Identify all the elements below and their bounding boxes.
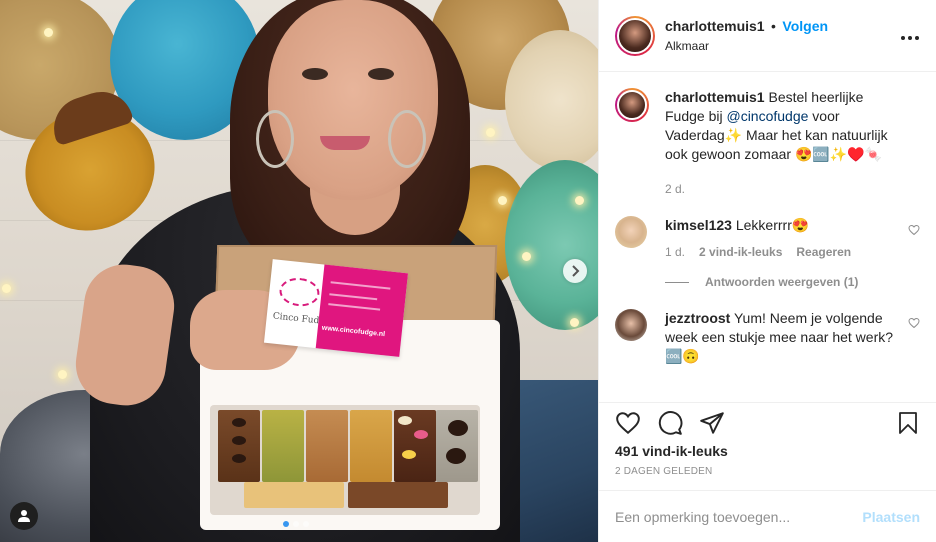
comment-username[interactable]: jezztroost xyxy=(665,310,730,326)
comment-input[interactable] xyxy=(615,508,863,525)
fairy-light xyxy=(44,28,53,37)
fudge-piece xyxy=(244,482,344,508)
fudge-topping xyxy=(232,454,246,463)
like-comment-heart-icon[interactable] xyxy=(908,317,920,329)
carousel-dot xyxy=(303,521,309,527)
more-options-button[interactable] xyxy=(900,25,920,46)
comments-list: charlottemuis1 Bestel heerlijke Fudge bi… xyxy=(599,72,936,402)
avatar[interactable] xyxy=(615,15,655,56)
fairy-light xyxy=(522,252,531,261)
comment-likes[interactable]: 2 vind-ik-leuks xyxy=(699,245,782,259)
fairy-light xyxy=(486,128,495,137)
comment-text: Lekkerrrr😍 xyxy=(731,217,810,233)
comment-age: 1 d. xyxy=(665,245,686,259)
fudge-piece xyxy=(350,410,392,482)
post-date[interactable]: 2 DAGEN GELEDEN xyxy=(615,466,920,477)
fairy-light xyxy=(498,196,507,205)
divider xyxy=(665,281,689,283)
separator: • xyxy=(771,18,776,34)
fairy-light xyxy=(2,284,11,293)
fudge-piece xyxy=(218,410,260,482)
follow-button[interactable]: Volgen xyxy=(782,18,828,34)
avatar[interactable] xyxy=(615,216,647,248)
post-actions: 491 vind-ik-leuks 2 DAGEN GELEDEN xyxy=(599,402,936,477)
post-header: charlottemuis1 • Volgen Alkmaar xyxy=(599,0,936,72)
fudge-topping xyxy=(232,436,246,445)
fudge-piece xyxy=(262,410,304,482)
fudge-piece xyxy=(394,410,436,482)
chevron-right-icon xyxy=(572,265,580,277)
author-username[interactable]: charlottemuis1 xyxy=(665,18,765,34)
comment-row: jezztroost Yum! Neem je volgende week ee… xyxy=(615,309,920,366)
caption-row: charlottemuis1 Bestel heerlijke Fudge bi… xyxy=(615,88,920,196)
caption-age: 2 d. xyxy=(665,182,686,196)
fudge-topping xyxy=(446,448,466,464)
mandala-logo-icon xyxy=(278,276,321,309)
mention-link[interactable]: @cincofudge xyxy=(726,108,808,124)
reply-button[interactable]: Reageren xyxy=(796,245,851,259)
add-comment-bar: Plaatsen xyxy=(599,490,936,542)
card-pink-panel xyxy=(315,264,409,357)
tagged-users-button[interactable] xyxy=(10,502,38,530)
eye xyxy=(368,68,394,80)
avatar[interactable] xyxy=(615,88,649,122)
user-icon xyxy=(18,510,30,522)
fudge-topping xyxy=(398,416,412,425)
post-photo[interactable]: Cinco Fudge www.cincofudge.nl xyxy=(0,0,598,542)
carousel-dot xyxy=(293,521,299,527)
fairy-light xyxy=(570,318,579,327)
earring xyxy=(388,110,426,168)
post-comment-button[interactable]: Plaatsen xyxy=(862,509,920,525)
post-sidebar: charlottemuis1 • Volgen Alkmaar charlott… xyxy=(598,0,936,542)
earring xyxy=(256,110,294,168)
fairy-light xyxy=(575,196,584,205)
next-slide-button[interactable] xyxy=(563,259,587,283)
view-replies-button[interactable]: Antwoorden weergeven (1) xyxy=(665,275,920,289)
business-card: Cinco Fudge www.cincofudge.nl xyxy=(263,259,409,357)
smile xyxy=(320,136,370,150)
fudge-topping xyxy=(414,430,428,439)
carousel-dot-active xyxy=(283,521,289,527)
fudge-topping xyxy=(232,418,246,427)
share-send-icon[interactable] xyxy=(699,410,725,436)
fairy-light xyxy=(58,370,67,379)
fudge-piece xyxy=(306,410,348,482)
person-face xyxy=(268,0,438,200)
more-icon xyxy=(901,36,919,40)
eye xyxy=(302,68,328,80)
save-bookmark-icon[interactable] xyxy=(896,410,920,436)
post-location[interactable]: Alkmaar xyxy=(665,39,900,53)
like-heart-icon[interactable] xyxy=(615,410,641,436)
comment-username[interactable]: kimsel123 xyxy=(665,217,732,233)
comment-row: kimsel123 Lekkerrrr😍 1 d. 2 vind-ik-leuk… xyxy=(615,216,920,259)
comment-bubble-icon[interactable] xyxy=(657,410,683,436)
view-replies-label: Antwoorden weergeven (1) xyxy=(705,275,859,289)
carousel-dots xyxy=(283,521,309,527)
caption-username[interactable]: charlottemuis1 xyxy=(665,89,765,105)
fudge-piece xyxy=(436,410,478,482)
avatar[interactable] xyxy=(615,309,647,341)
fudge-topping xyxy=(448,420,468,436)
fudge-topping xyxy=(402,450,416,459)
likes-count[interactable]: 491 vind-ik-leuks xyxy=(615,443,920,459)
fudge-piece xyxy=(348,482,448,508)
like-comment-heart-icon[interactable] xyxy=(908,224,920,236)
